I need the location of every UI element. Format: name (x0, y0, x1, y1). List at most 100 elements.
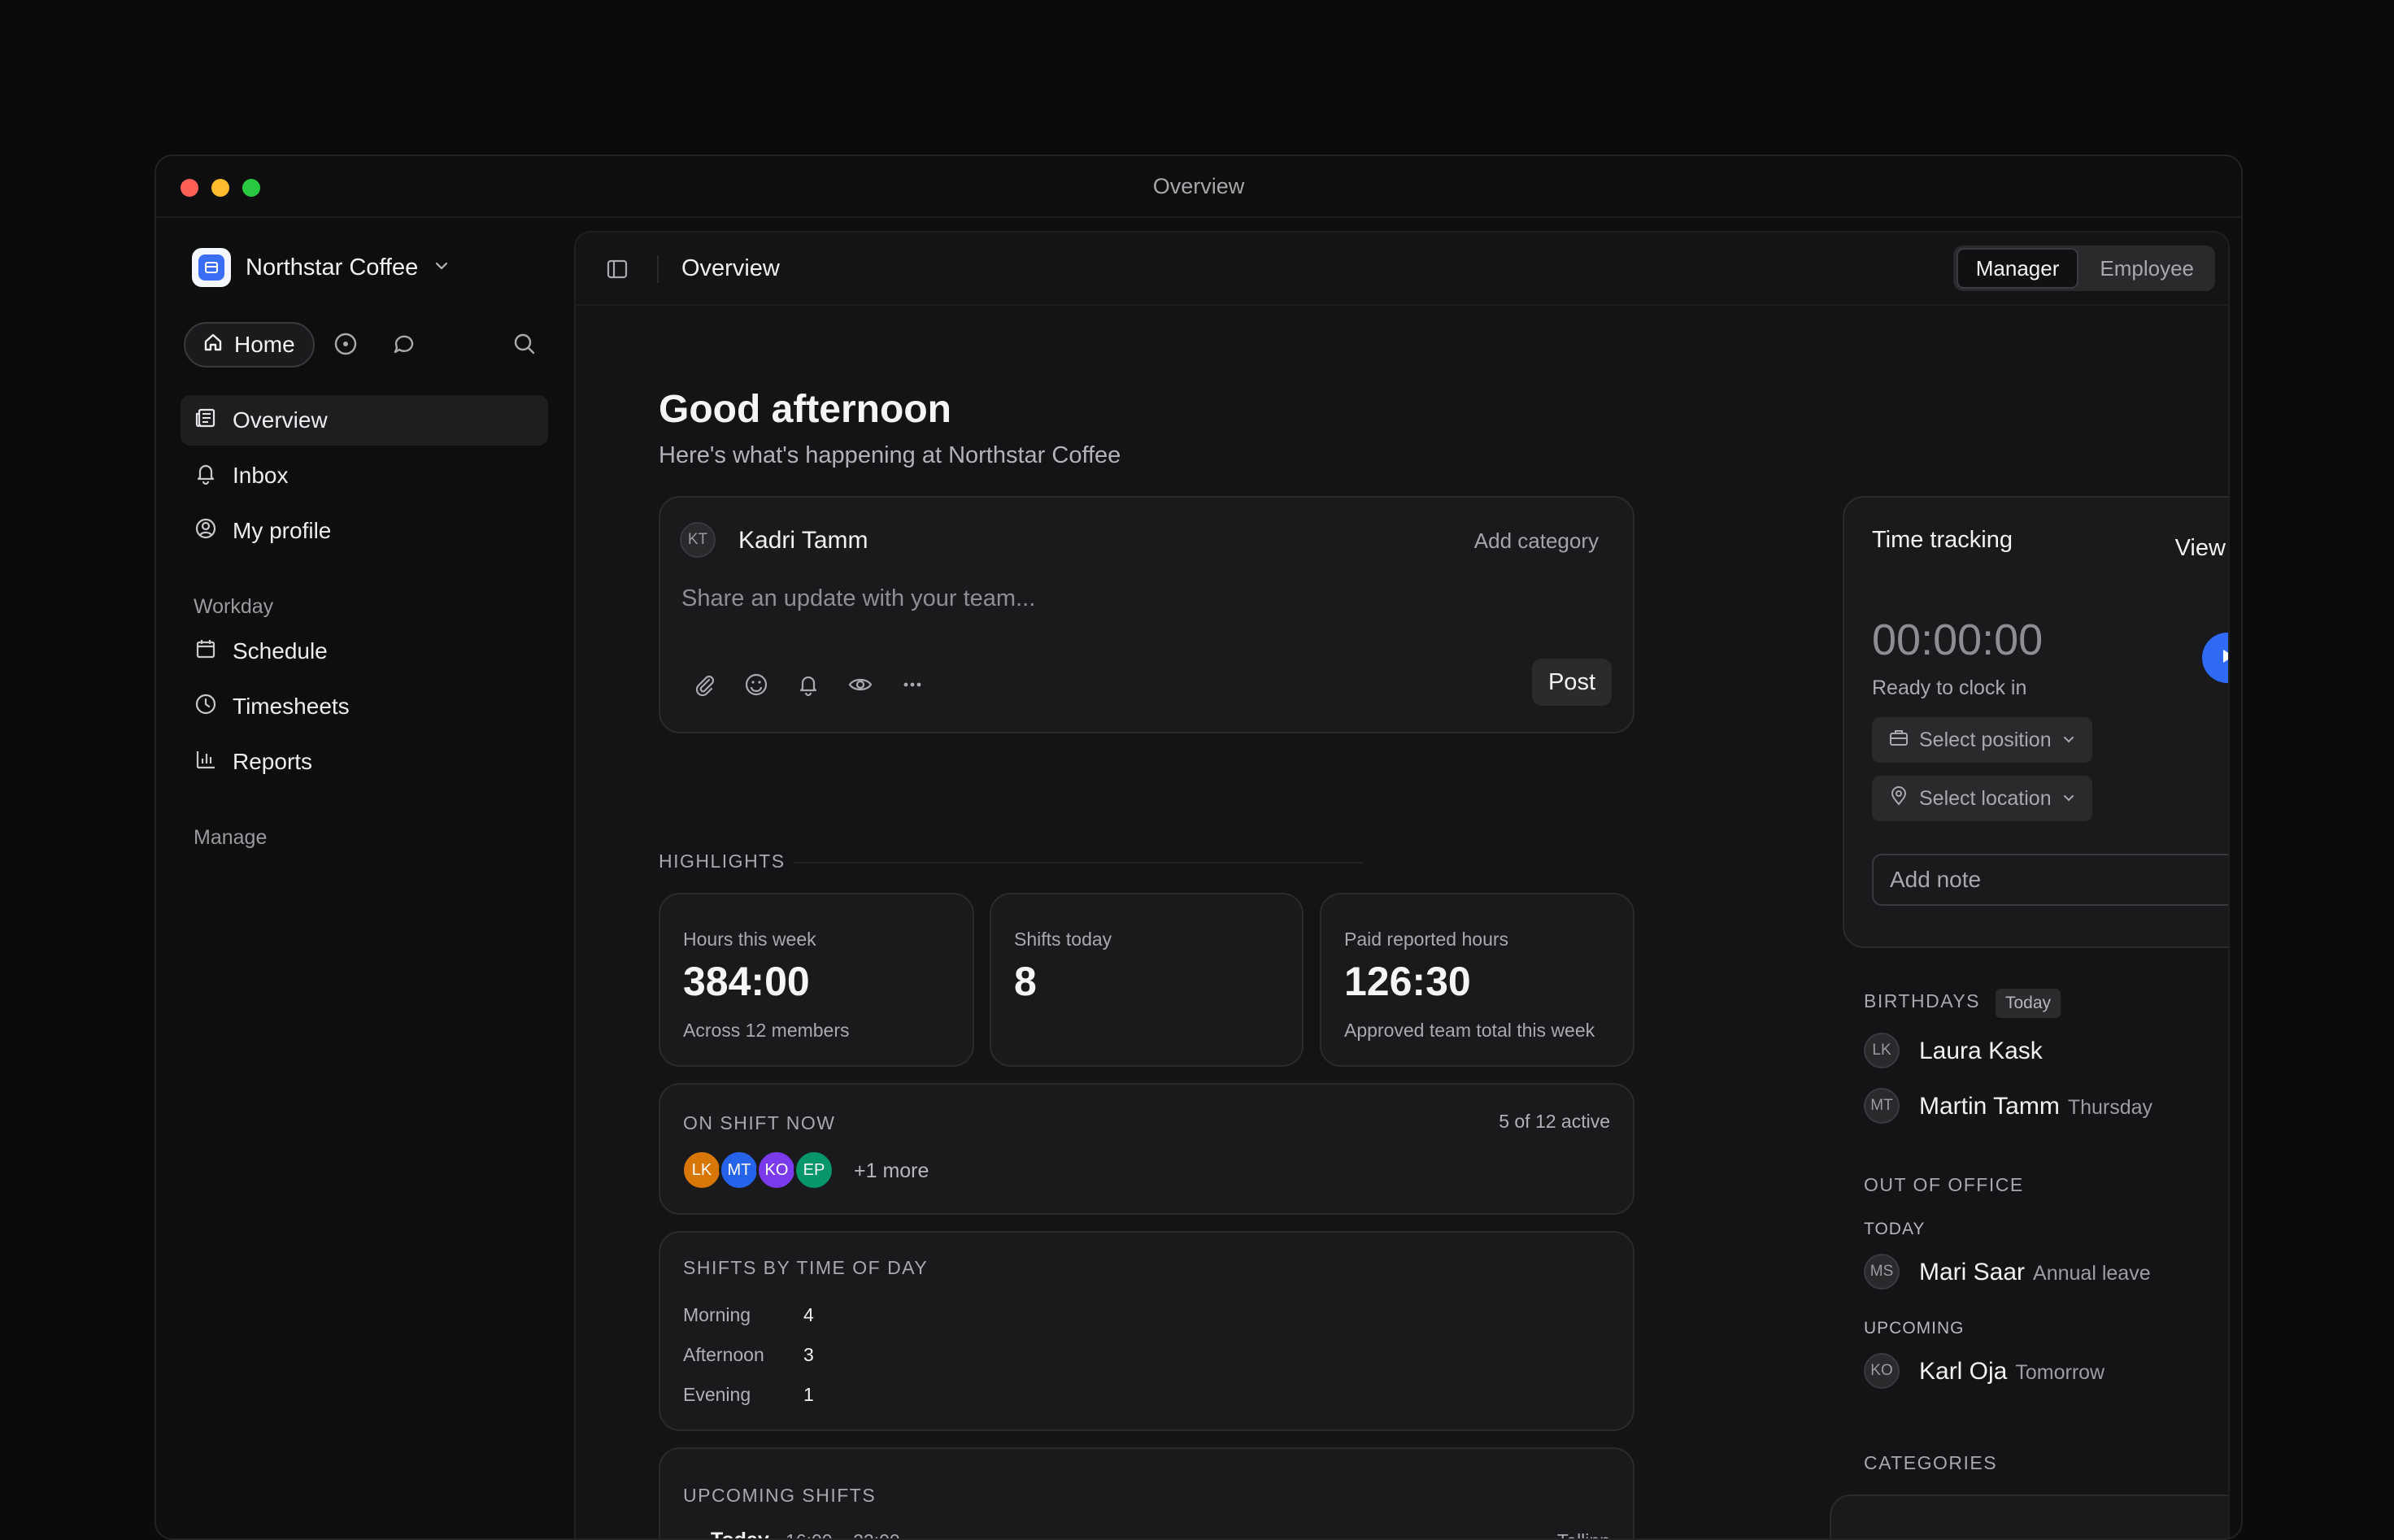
role-switch: Manager Employee (1952, 246, 2215, 291)
sidebar-item-label: Inbox (233, 463, 289, 488)
avatar[interactable]: KO (756, 1150, 797, 1190)
avatar: KT (680, 522, 716, 558)
bell-icon (194, 461, 218, 491)
add-category-button[interactable]: Add category (1474, 529, 1599, 554)
categories-title: CATEGORIES (1864, 1452, 1998, 1473)
time-of-day-label: Afternoon (683, 1344, 764, 1365)
activity-icon[interactable] (332, 330, 359, 358)
sidebar-item-inbox[interactable]: Inbox (181, 450, 548, 501)
position-select[interactable]: Select position (1872, 717, 2092, 763)
main-panel: Overview Manager Employee Good afternoon… (574, 231, 2230, 1538)
sidebar-item-schedule[interactable]: Schedule (181, 626, 548, 676)
window-title: Overview (1152, 174, 1245, 198)
stat-label: Paid reported hours (1344, 929, 1509, 950)
avatar[interactable]: MT (719, 1150, 760, 1190)
stat-label: Shifts today (1014, 929, 1112, 950)
sidebar-item-timesheets[interactable]: Timesheets (181, 681, 548, 732)
divider (657, 255, 659, 283)
eye-icon[interactable] (846, 670, 875, 699)
time-tracking-title: Time tracking (1872, 527, 2013, 553)
map-pin-icon (1888, 785, 1909, 812)
clock-in-button[interactable] (2202, 633, 2228, 683)
calendar-icon (194, 637, 218, 667)
avatar: MS (1864, 1254, 1900, 1290)
avatar: KO (1864, 1353, 1900, 1389)
stat-value: 384:00 (683, 959, 810, 1004)
home-icon (202, 331, 224, 359)
view-all-link[interactable]: View all (2175, 535, 2228, 562)
home-button[interactable]: Home (184, 322, 315, 368)
greeting-title: Good afternoon (659, 388, 951, 431)
divider (794, 862, 1363, 864)
stat-card-hours: Hours this week 384:00 Across 12 members (659, 893, 974, 1067)
avatar: MT (1864, 1088, 1900, 1124)
stat-value: 126:30 (1344, 959, 1471, 1004)
paperclip-icon[interactable] (690, 670, 719, 699)
sidebar-item-label: Overview (233, 407, 328, 433)
more-members-link[interactable]: +1 more (854, 1159, 929, 1183)
shift-day[interactable]: Today (711, 1529, 769, 1538)
location-select-label: Select location (1919, 786, 2052, 810)
greeting-subtitle: Here's what's happening at Northstar Cof… (659, 442, 1121, 468)
page-title: Overview (681, 255, 780, 281)
position-select-label: Select position (1919, 728, 2052, 751)
shifts-by-time-card: SHIFTS BY TIME OF DAY Morning 4 Afternoo… (659, 1231, 1634, 1431)
on-shift-card: ON SHIFT NOW 5 of 12 active LK MT KO EP … (659, 1083, 1634, 1215)
title-bar: Overview (156, 156, 2241, 218)
sidebar-item-reports[interactable]: Reports (181, 737, 548, 787)
today-badge: Today (1996, 989, 2061, 1018)
section-label-manage[interactable]: Manage (194, 826, 267, 850)
out-of-office-upcoming-label: UPCOMING (1864, 1319, 1965, 1338)
stat-label: Hours this week (683, 929, 816, 950)
chevron-down-icon (2061, 729, 2076, 752)
avatar[interactable]: EP (794, 1150, 834, 1190)
bar-chart-icon (194, 747, 218, 777)
person-name[interactable]: Martin Tamm Thursday (1919, 1093, 2152, 1120)
person-name[interactable]: Mari Saar Annual leave (1919, 1259, 2151, 1286)
post-composer: KT Kadri Tamm Add category Share an upda… (659, 496, 1634, 733)
time-of-day-value: 4 (803, 1304, 814, 1325)
sidebar-item-my-profile[interactable]: My profile (181, 506, 548, 556)
person-name[interactable]: Karl Oja Tomorrow (1919, 1358, 2105, 1386)
chevron-down-icon (2061, 787, 2076, 811)
avatar: LK (1864, 1033, 1900, 1068)
more-icon[interactable] (898, 670, 927, 699)
on-shift-count: 5 of 12 active (1499, 1111, 1610, 1132)
sidebar-item-label: Schedule (233, 638, 328, 663)
out-of-office-today-label: TODAY (1864, 1220, 1926, 1238)
employee-toggle[interactable]: Employee (2082, 250, 2212, 287)
section-label-workday: Workday (194, 595, 274, 618)
avatar[interactable]: LK (681, 1150, 722, 1190)
stat-card-paid-hours: Paid reported hours 126:30 Approved team… (1320, 893, 1634, 1067)
shift-time: 16:00 – 22:00 (786, 1530, 900, 1538)
composer-author: Kadri Tamm (738, 527, 868, 554)
add-note-input[interactable]: Add note (1872, 854, 2228, 906)
emoji-icon[interactable] (742, 670, 771, 699)
sidebar-toggle-icon[interactable] (603, 255, 631, 283)
stat-value: 8 (1014, 959, 1037, 1004)
search-icon[interactable] (511, 330, 538, 358)
org-switcher[interactable]: Northstar Coffee (192, 247, 451, 288)
manager-toggle[interactable]: Manager (1956, 248, 2079, 289)
post-button[interactable]: Post (1531, 659, 1612, 706)
highlights-heading: HIGHLIGHTS (659, 850, 786, 872)
stat-subtext: Across 12 members (683, 1020, 850, 1041)
out-of-office-section: OUT OF OFFICE TODAY MS Mari Saar Annual l… (1864, 1174, 2228, 1434)
bell-icon[interactable] (794, 670, 823, 699)
quick-bar: Home (184, 322, 542, 368)
top-bar: Overview Manager Employee (576, 233, 2228, 306)
sidebar-item-label: My profile (233, 518, 332, 543)
update-input[interactable]: Share an update with your team... (681, 585, 1035, 612)
sidebar-item-label: Timesheets (233, 694, 350, 719)
org-name: Northstar Coffee (246, 254, 419, 281)
stat-card-shifts: Shifts today 8 (990, 893, 1304, 1067)
chat-icon[interactable] (390, 330, 418, 358)
location-select[interactable]: Select location (1872, 776, 2092, 821)
sidebar-item-label: Reports (233, 749, 313, 774)
person-name[interactable]: Laura Kask (1919, 1038, 2051, 1065)
categories-card (1830, 1494, 2228, 1538)
timer-status: Ready to clock in (1872, 676, 2027, 699)
time-tracking-card: Time tracking View all 00:00:00 Ready to… (1843, 496, 2228, 948)
birthdays-section: BIRTHDAYS Today LK Laura Kask MT Martin … (1864, 989, 2228, 1153)
sidebar-item-overview[interactable]: Overview (181, 395, 548, 446)
